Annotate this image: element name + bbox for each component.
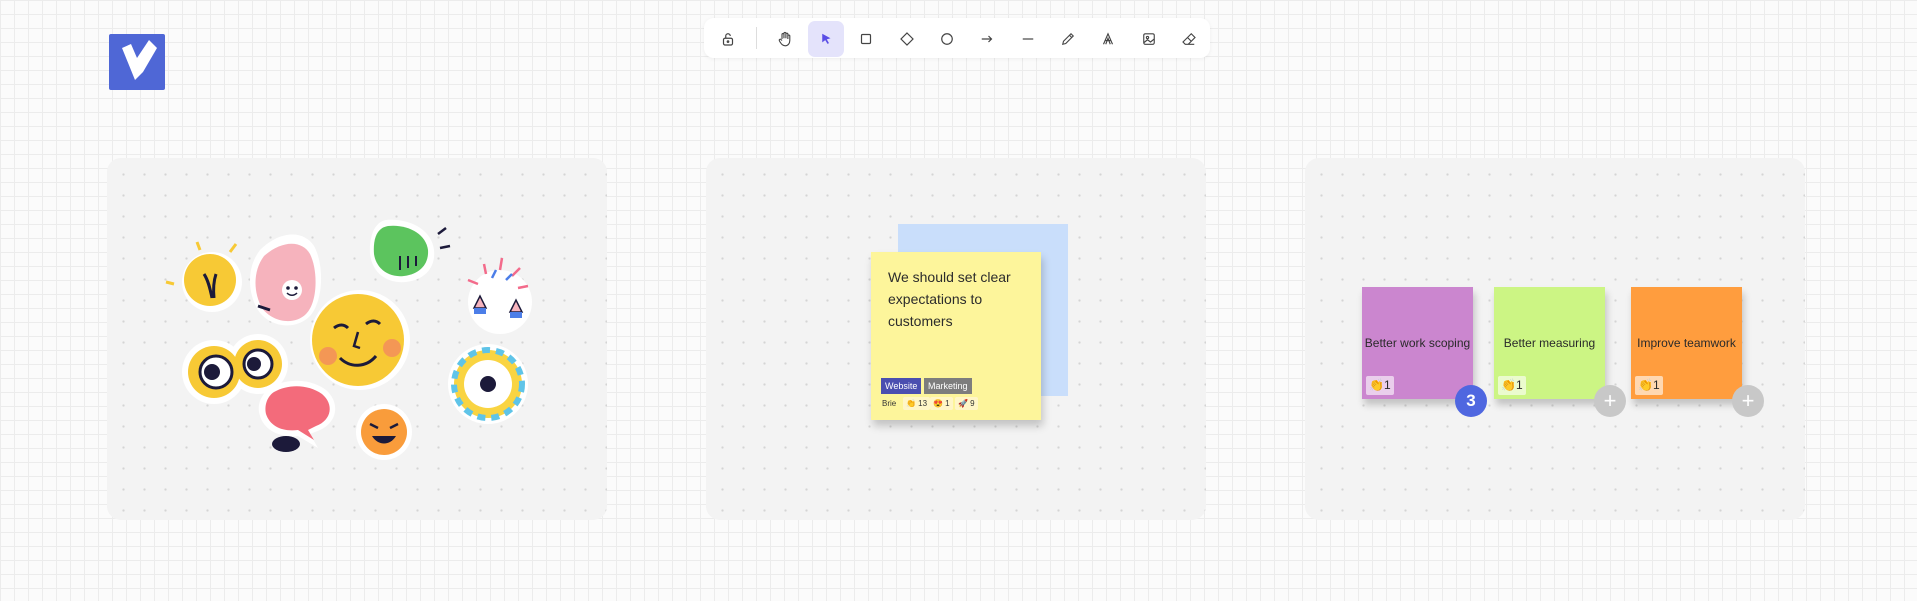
line-tool-button[interactable] bbox=[1010, 21, 1046, 57]
ellipse-tool-button[interactable] bbox=[929, 21, 965, 57]
logo-icon bbox=[122, 40, 157, 80]
text-icon bbox=[1102, 32, 1114, 45]
eraser-icon bbox=[1182, 32, 1196, 45]
add-vote-button[interactable]: + bbox=[1732, 385, 1764, 417]
pencil-icon bbox=[1061, 32, 1075, 46]
circle-icon bbox=[941, 33, 953, 45]
vote-note-teamwork[interactable]: Improve teamwork 👏1 bbox=[1631, 287, 1742, 399]
diamond-tool-button[interactable] bbox=[889, 21, 925, 57]
vote-note-text: Better measuring bbox=[1503, 335, 1596, 350]
sticker-collage[interactable] bbox=[160, 212, 540, 464]
arrow-right-icon bbox=[981, 35, 993, 43]
reaction-clap[interactable]: 👏 13 bbox=[903, 397, 931, 410]
pointer-icon bbox=[822, 33, 831, 44]
help-bubble-sticker bbox=[258, 380, 336, 452]
vote-count-badge[interactable]: 3 bbox=[1455, 385, 1487, 417]
vote-note-measuring[interactable]: Better measuring 👏1 bbox=[1494, 287, 1605, 399]
diamond-icon bbox=[900, 32, 914, 46]
vote-note-work-scoping[interactable]: Better work scoping 👏1 bbox=[1362, 287, 1473, 399]
arrow-tool-button[interactable] bbox=[969, 21, 1005, 57]
lock-open-icon bbox=[722, 33, 734, 46]
line-icon bbox=[1022, 38, 1034, 40]
wow-sticker bbox=[448, 344, 528, 424]
select-tool-button[interactable] bbox=[808, 21, 844, 57]
text-tool-button[interactable] bbox=[1090, 21, 1126, 57]
note-text[interactable]: We should set clear expectations to cust… bbox=[888, 266, 1033, 332]
pointing-hand-sticker bbox=[369, 219, 451, 283]
note-author: Brie bbox=[882, 399, 897, 408]
reaction-heart-eyes[interactable]: 😍 1 bbox=[930, 397, 953, 410]
add-vote-button[interactable]: + bbox=[1594, 385, 1626, 417]
vote-note-text: Better work scoping bbox=[1364, 335, 1471, 350]
toolbar-divider bbox=[756, 27, 757, 49]
vote-count-small: 👏1 bbox=[1635, 376, 1663, 395]
eraser-tool-button[interactable] bbox=[1171, 21, 1207, 57]
hand-tool-button[interactable] bbox=[767, 21, 803, 57]
toolbar bbox=[704, 18, 1210, 58]
tag-website[interactable]: Website bbox=[881, 378, 922, 394]
tag-marketing[interactable]: Marketing bbox=[924, 378, 972, 394]
app-logo[interactable] bbox=[109, 34, 165, 90]
reaction-rocket[interactable]: 🚀 9 bbox=[955, 397, 978, 410]
rectangle-tool-button[interactable] bbox=[848, 21, 884, 57]
vote-note-text: Improve teamwork bbox=[1637, 335, 1736, 350]
laughing-face-sticker bbox=[356, 404, 412, 460]
sticky-note[interactable]: We should set clear expectations to cust… bbox=[871, 252, 1041, 420]
image-tool-button[interactable] bbox=[1131, 21, 1167, 57]
ok-hand-sticker bbox=[250, 234, 322, 326]
draw-tool-button[interactable] bbox=[1050, 21, 1086, 57]
image-icon bbox=[1143, 33, 1155, 45]
smiley-sticker bbox=[310, 290, 410, 390]
lock-button[interactable] bbox=[710, 21, 746, 57]
hand-icon bbox=[778, 31, 791, 47]
vote-count-small: 👏1 bbox=[1498, 376, 1526, 395]
vote-count-small: 👏1 bbox=[1366, 376, 1394, 395]
confetti-hands-sticker bbox=[467, 257, 532, 334]
lightbulb-sticker bbox=[165, 241, 242, 312]
square-icon bbox=[860, 33, 872, 45]
